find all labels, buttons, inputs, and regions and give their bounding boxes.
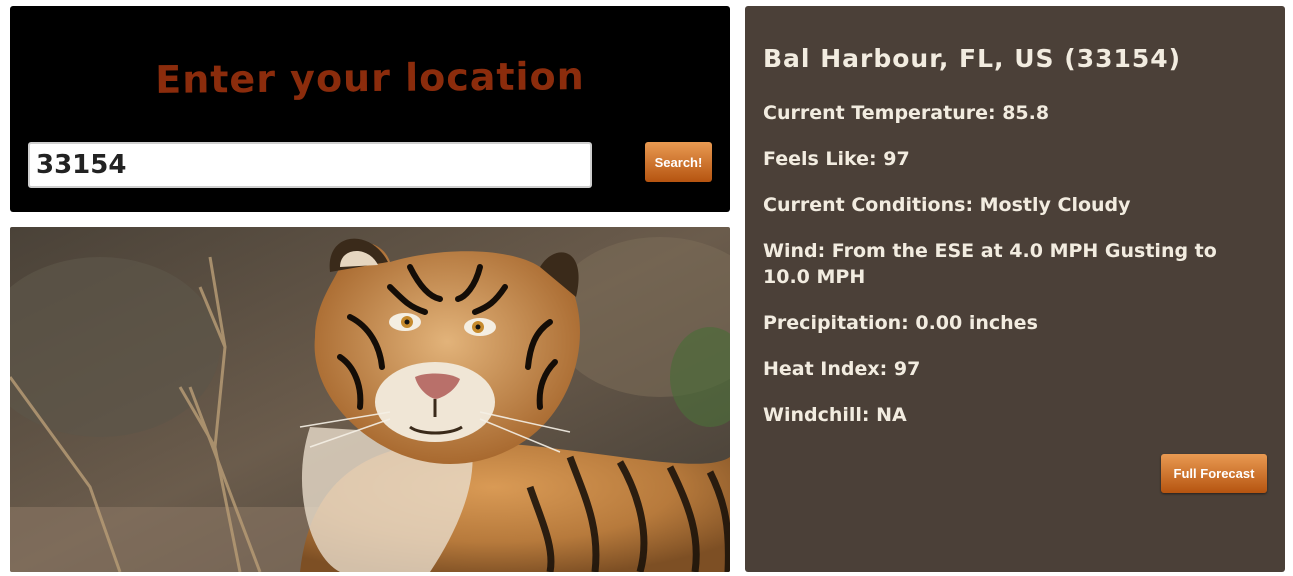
search-panel: Enter your location Search! bbox=[10, 6, 730, 212]
full-forecast-button[interactable]: Full Forecast bbox=[1161, 454, 1267, 493]
location-title: Bal Harbour, FL, US (33154) bbox=[763, 44, 1182, 73]
wind: Wind: From the ESE at 4.0 MPH Gusting to… bbox=[763, 240, 1217, 288]
current-conditions: Current Conditions: Mostly Cloudy bbox=[763, 194, 1131, 216]
heat-index: Heat Index: 97 bbox=[763, 358, 921, 380]
precipitation: Precipitation: 0.00 inches bbox=[763, 312, 1038, 334]
feels-like: Feels Like: 97 bbox=[763, 148, 910, 170]
current-temperature: Current Temperature: 85.8 bbox=[763, 102, 1050, 124]
search-button[interactable]: Search! bbox=[645, 142, 712, 182]
tiger-image bbox=[10, 227, 730, 572]
weather-panel: Bal Harbour, FL, US (33154) Current Temp… bbox=[745, 6, 1285, 572]
location-input[interactable] bbox=[28, 142, 592, 188]
search-title: Enter your location bbox=[155, 54, 585, 102]
windchill: Windchill: NA bbox=[763, 404, 907, 426]
weather-app: Enter your location Search! bbox=[0, 0, 1293, 576]
